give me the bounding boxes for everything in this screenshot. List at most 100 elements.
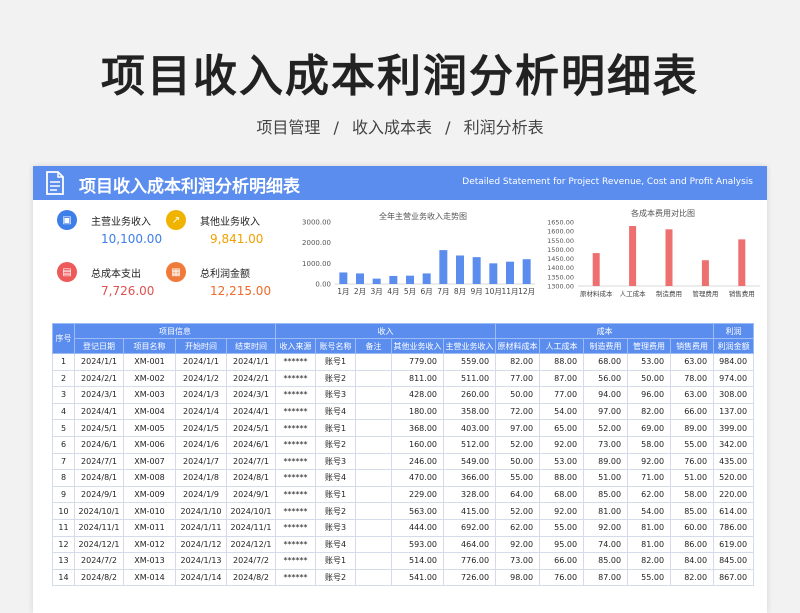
- table-cell[interactable]: 98.00: [495, 568, 541, 587]
- table-cell[interactable]: 89.00: [583, 452, 629, 471]
- table-cell[interactable]: 68.00: [539, 485, 585, 504]
- table-cell[interactable]: 368.00: [391, 419, 444, 437]
- table-cell[interactable]: 2024/1/10: [175, 502, 227, 520]
- breadcrumb-item-revenue-cost[interactable]: 收入成本表: [352, 118, 432, 137]
- table-cell[interactable]: ******: [275, 535, 316, 554]
- table-cell[interactable]: 444.00: [391, 518, 444, 537]
- table-cell[interactable]: [355, 469, 392, 487]
- table-cell[interactable]: 账号1: [315, 485, 356, 504]
- table-cell[interactable]: 账号4: [315, 402, 356, 421]
- table-cell[interactable]: 账号3: [315, 386, 356, 404]
- table-cell[interactable]: 97.00: [495, 419, 541, 437]
- table-cell[interactable]: 63.00: [670, 353, 715, 371]
- table-cell[interactable]: 614.00: [713, 502, 755, 520]
- table-cell[interactable]: 137.00: [713, 402, 755, 421]
- table-cell[interactable]: 974.00: [713, 369, 755, 388]
- table-cell[interactable]: 77.00: [495, 369, 541, 388]
- table-cell[interactable]: 435.00: [713, 452, 755, 471]
- table-cell[interactable]: 2024/12/1: [226, 535, 276, 554]
- table-cell[interactable]: 2024/7/1: [74, 452, 124, 471]
- table-cell[interactable]: 2024/6/1: [74, 435, 124, 454]
- table-cell[interactable]: 14: [52, 568, 75, 587]
- table-cell[interactable]: 92.00: [495, 535, 541, 554]
- table-cell[interactable]: [355, 568, 392, 587]
- table-cell[interactable]: ******: [275, 353, 316, 371]
- table-cell[interactable]: 74.00: [583, 535, 629, 554]
- table-cell[interactable]: 51.00: [583, 469, 629, 487]
- table-cell[interactable]: [355, 419, 392, 437]
- table-cell[interactable]: 403.00: [442, 419, 497, 437]
- table-cell[interactable]: 2024/11/1: [226, 518, 276, 537]
- table-cell[interactable]: 68.00: [583, 353, 629, 371]
- table-cell[interactable]: 76.00: [670, 452, 715, 471]
- table-cell[interactable]: 520.00: [713, 469, 755, 487]
- table-cell[interactable]: XM-010: [123, 502, 176, 520]
- table-cell[interactable]: 6: [52, 435, 75, 454]
- column-header-cell[interactable]: 其他业务收入: [391, 338, 444, 354]
- table-cell[interactable]: 97.00: [583, 402, 629, 421]
- table-cell[interactable]: 328.00: [442, 485, 497, 504]
- table-cell[interactable]: 2024/1/14: [175, 568, 227, 587]
- table-cell[interactable]: 85.00: [583, 552, 629, 570]
- table-cell[interactable]: 账号4: [315, 535, 356, 554]
- table-cell[interactable]: 2024/7/2: [226, 552, 276, 570]
- column-header-cell[interactable]: 收入来源: [275, 338, 316, 354]
- table-cell[interactable]: 账号2: [315, 502, 356, 520]
- table-cell[interactable]: 3: [52, 386, 75, 404]
- table-cell[interactable]: [355, 402, 392, 421]
- table-row[interactable]: 4 2024/4/1 XM-004 2024/1/4 2024/4/1 ****** 账号4…: [52, 402, 755, 421]
- table-cell[interactable]: 2024/1/1: [175, 353, 227, 371]
- table-cell[interactable]: ******: [275, 435, 316, 454]
- table-row[interactable]: 5 2024/5/1 XM-005 2024/1/5 2024/5/1 ****** 账号1…: [52, 419, 755, 437]
- table-cell[interactable]: 867.00: [713, 568, 755, 587]
- table-cell[interactable]: 54.00: [539, 402, 585, 421]
- table-cell[interactable]: 246.00: [391, 452, 444, 471]
- table-cell[interactable]: 56.00: [583, 369, 629, 388]
- table-cell[interactable]: 55.00: [539, 518, 585, 537]
- table-cell[interactable]: 229.00: [391, 485, 444, 504]
- table-cell[interactable]: 73.00: [583, 435, 629, 454]
- table-cell[interactable]: 428.00: [391, 386, 444, 404]
- table-cell[interactable]: 9: [52, 485, 75, 504]
- table-cell[interactable]: 559.00: [442, 353, 497, 371]
- table-cell[interactable]: 81.00: [627, 535, 672, 554]
- table-cell[interactable]: 52.00: [495, 435, 541, 454]
- table-cell[interactable]: 88.00: [539, 469, 585, 487]
- table-cell[interactable]: 13: [52, 552, 75, 570]
- table-cell[interactable]: [355, 452, 392, 471]
- table-cell[interactable]: 86.00: [670, 535, 715, 554]
- table-cell[interactable]: 366.00: [442, 469, 497, 487]
- table-cell[interactable]: 8: [52, 469, 75, 487]
- table-cell[interactable]: 54.00: [627, 502, 672, 520]
- table-cell[interactable]: 账号3: [315, 518, 356, 537]
- table-cell[interactable]: 60.00: [670, 518, 715, 537]
- table-cell[interactable]: 84.00: [670, 552, 715, 570]
- table-cell[interactable]: 96.00: [627, 386, 672, 404]
- table-cell[interactable]: 50.00: [495, 452, 541, 471]
- table-cell[interactable]: 2024/8/1: [74, 469, 124, 487]
- column-header-cell[interactable]: 开始时间: [175, 338, 227, 354]
- table-cell[interactable]: 87.00: [539, 369, 585, 388]
- table-cell[interactable]: 2024/3/1: [226, 386, 276, 404]
- table-cell[interactable]: ******: [275, 369, 316, 388]
- table-cell[interactable]: 2024/1/9: [175, 485, 227, 504]
- table-row[interactable]: 2 2024/2/1 XM-002 2024/1/2 2024/2/1 ****** 账号2…: [52, 369, 755, 388]
- table-cell[interactable]: 2024/1/7: [175, 452, 227, 471]
- table-cell[interactable]: 51.00: [670, 469, 715, 487]
- table-cell[interactable]: 2024/7/2: [74, 552, 124, 570]
- table-cell[interactable]: 10: [52, 502, 75, 520]
- table-cell[interactable]: 92.00: [583, 518, 629, 537]
- table-cell[interactable]: XM-013: [123, 552, 176, 570]
- table-cell[interactable]: [355, 502, 392, 520]
- table-cell[interactable]: 50.00: [495, 386, 541, 404]
- table-cell[interactable]: [355, 386, 392, 404]
- table-cell[interactable]: 2024/4/1: [226, 402, 276, 421]
- table-cell[interactable]: 53.00: [539, 452, 585, 471]
- column-header-cell[interactable]: 销售费用: [670, 338, 715, 354]
- table-cell[interactable]: 845.00: [713, 552, 755, 570]
- table-cell[interactable]: 92.00: [539, 435, 585, 454]
- table-cell[interactable]: 52.00: [495, 502, 541, 520]
- table-cell[interactable]: 2024/1/4: [175, 402, 227, 421]
- table-cell[interactable]: 358.00: [442, 402, 497, 421]
- table-row[interactable]: 6 2024/6/1 XM-006 2024/1/6 2024/6/1 ****** 账号2…: [52, 435, 755, 454]
